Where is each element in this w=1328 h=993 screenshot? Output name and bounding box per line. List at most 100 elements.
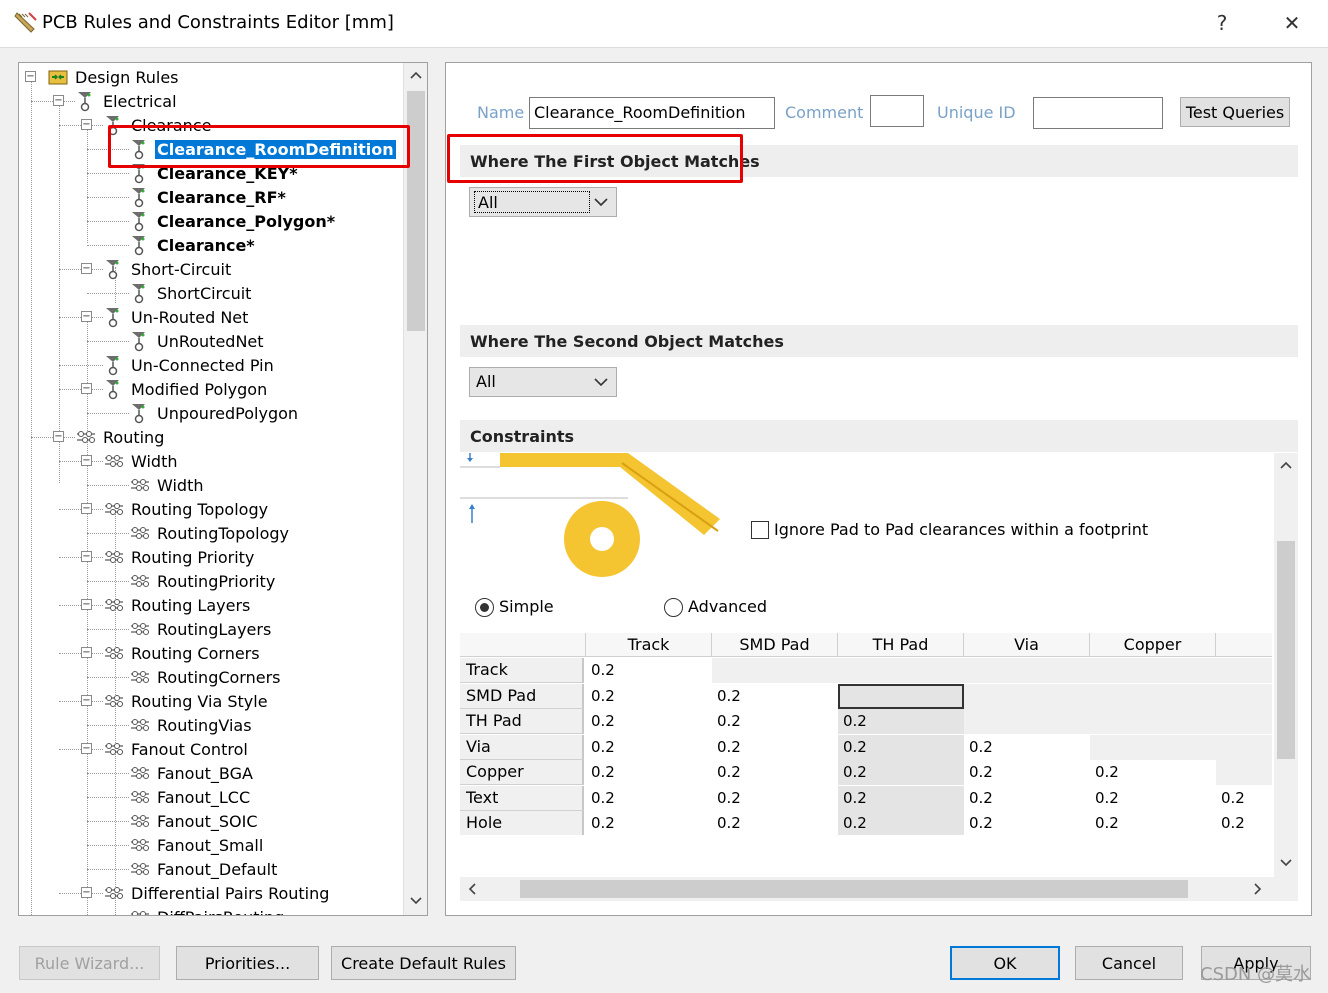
- tree-item[interactable]: Width: [129, 473, 205, 497]
- collapse-icon[interactable]: −: [81, 383, 92, 394]
- tree-item[interactable]: RoutingCorners: [129, 665, 283, 689]
- tree-scrollbar[interactable]: [403, 63, 427, 915]
- tree-item[interactable]: Clearance_RF*: [129, 185, 288, 209]
- tree-item[interactable]: ShortCircuit: [129, 281, 253, 305]
- tree-item[interactable]: Design Rules: [47, 65, 181, 89]
- tree-item[interactable]: RoutingVias: [129, 713, 254, 737]
- tree-item[interactable]: Clearance_KEY*: [129, 161, 300, 185]
- collapse-icon[interactable]: −: [81, 455, 92, 466]
- grid-cell[interactable]: 0.2: [838, 760, 964, 785]
- collapse-icon[interactable]: −: [25, 71, 36, 82]
- constraints-scroll-thumb[interactable]: [1277, 541, 1295, 759]
- tree-item[interactable]: Fanout_BGA: [129, 761, 255, 785]
- collapse-icon[interactable]: −: [53, 431, 64, 442]
- grid-cell[interactable]: 0.2: [712, 735, 838, 760]
- collapse-icon[interactable]: −: [81, 743, 92, 754]
- collapse-icon[interactable]: −: [81, 647, 92, 658]
- cancel-button[interactable]: Cancel: [1075, 946, 1183, 980]
- grid-cell[interactable]: 0.2: [586, 709, 712, 734]
- tree-item[interactable]: Width: [103, 449, 179, 473]
- tree-item[interactable]: Routing Corners: [103, 641, 262, 665]
- scroll-up-icon[interactable]: [1274, 453, 1298, 477]
- grid-cell[interactable]: 0.2: [1090, 811, 1216, 835]
- tree-scroll-thumb[interactable]: [407, 91, 425, 331]
- tree-item[interactable]: RoutingPriority: [129, 569, 277, 593]
- tree-item[interactable]: Fanout_LCC: [129, 785, 252, 809]
- grid-cell[interactable]: 0.2: [712, 709, 838, 734]
- tree-item[interactable]: Differential Pairs Routing: [103, 881, 331, 905]
- collapse-icon[interactable]: −: [81, 311, 92, 322]
- grid-cell[interactable]: 0.2: [712, 760, 838, 785]
- scroll-down-icon[interactable]: [1274, 851, 1298, 875]
- tree-item[interactable]: UnpouredPolygon: [129, 401, 300, 425]
- unique-id-field[interactable]: [1033, 97, 1163, 129]
- grid-cell[interactable]: 0.2: [964, 786, 1090, 811]
- priorities-button[interactable]: Priorities...: [176, 946, 319, 980]
- rule-wizard-button[interactable]: Rule Wizard...: [19, 946, 160, 980]
- constraints-hscroll-thumb[interactable]: [520, 880, 1188, 898]
- tree-item[interactable]: Fanout_Small: [129, 833, 265, 857]
- grid-cell[interactable]: 0.2: [586, 658, 712, 683]
- grid-cell[interactable]: 0.2: [1216, 811, 1272, 835]
- constraints-hscrollbar[interactable]: [460, 877, 1298, 901]
- tree-item[interactable]: RoutingTopology: [129, 521, 291, 545]
- scroll-down-icon[interactable]: [404, 889, 427, 913]
- help-button[interactable]: ?: [1192, 0, 1252, 46]
- tree-item[interactable]: Electrical: [75, 89, 179, 113]
- grid-cell[interactable]: 0.2: [586, 684, 712, 709]
- grid-cell[interactable]: 0.2: [838, 709, 964, 734]
- grid-cell[interactable]: 0.2: [712, 684, 838, 709]
- collapse-icon[interactable]: −: [81, 551, 92, 562]
- tree-item[interactable]: Routing Topology: [103, 497, 270, 521]
- advanced-radio[interactable]: [664, 598, 683, 617]
- name-field[interactable]: Clearance_RoomDefinition: [529, 97, 775, 129]
- collapse-icon[interactable]: −: [81, 119, 92, 130]
- scroll-left-icon[interactable]: [460, 877, 484, 901]
- grid-cell[interactable]: 0.2: [964, 811, 1090, 835]
- tree-item[interactable]: UnRoutedNet: [129, 329, 266, 353]
- comment-field[interactable]: [870, 95, 924, 127]
- grid-cell[interactable]: 0.2: [586, 811, 712, 835]
- tree-item[interactable]: Modified Polygon: [103, 377, 269, 401]
- grid-cell[interactable]: 0.2: [712, 786, 838, 811]
- create-default-rules-button[interactable]: Create Default Rules: [331, 946, 516, 980]
- collapse-icon[interactable]: −: [81, 887, 92, 898]
- grid-cell[interactable]: 0.2: [838, 811, 964, 835]
- simple-radio[interactable]: [475, 598, 494, 617]
- grid-cell[interactable]: 0.2: [964, 735, 1090, 760]
- collapse-icon[interactable]: −: [81, 503, 92, 514]
- tree-item[interactable]: Routing Via Style: [103, 689, 270, 713]
- tree-item[interactable]: Routing Layers: [103, 593, 252, 617]
- tree-item[interactable]: RoutingLayers: [129, 617, 273, 641]
- tree-item[interactable]: Fanout_SOIC: [129, 809, 260, 833]
- tree-item[interactable]: Clearance_RoomDefinition: [129, 137, 396, 161]
- tree-item[interactable]: Clearance_Polygon*: [129, 209, 337, 233]
- collapse-icon[interactable]: −: [81, 263, 92, 274]
- constraints-scrollbar[interactable]: [1274, 453, 1298, 877]
- grid-cell[interactable]: 0.2: [1216, 786, 1272, 811]
- first-object-dropdown[interactable]: All: [469, 187, 617, 217]
- tree-item[interactable]: DiffPairsRouting: [129, 905, 286, 915]
- tree-item[interactable]: Un-Routed Net: [103, 305, 250, 329]
- tree-item[interactable]: Short-Circuit: [103, 257, 233, 281]
- collapse-icon[interactable]: −: [81, 695, 92, 706]
- grid-cell[interactable]: 0.2: [1090, 786, 1216, 811]
- close-button[interactable]: ✕: [1262, 0, 1322, 46]
- ok-button[interactable]: OK: [950, 946, 1060, 980]
- grid-cell[interactable]: 0.2: [586, 786, 712, 811]
- tree-item[interactable]: Clearance: [103, 113, 213, 137]
- grid-cell[interactable]: 0.2: [712, 811, 838, 835]
- tree-item[interactable]: Fanout Control: [103, 737, 250, 761]
- grid-cell[interactable]: 0.2: [838, 734, 964, 760]
- tree-item[interactable]: Routing Priority: [103, 545, 256, 569]
- grid-cell[interactable]: 0.2: [586, 735, 712, 760]
- test-queries-button[interactable]: Test Queries: [1180, 97, 1290, 127]
- scroll-right-icon[interactable]: [1246, 877, 1270, 901]
- grid-cell[interactable]: 0.2: [964, 760, 1090, 785]
- tree-item[interactable]: Clearance*: [129, 233, 257, 257]
- grid-cell[interactable]: 0.2: [586, 760, 712, 785]
- grid-cell[interactable]: 0.2: [838, 785, 964, 811]
- tree-item[interactable]: Routing: [75, 425, 166, 449]
- second-object-dropdown[interactable]: All: [469, 367, 617, 397]
- tree-item[interactable]: Un-Connected Pin: [103, 353, 276, 377]
